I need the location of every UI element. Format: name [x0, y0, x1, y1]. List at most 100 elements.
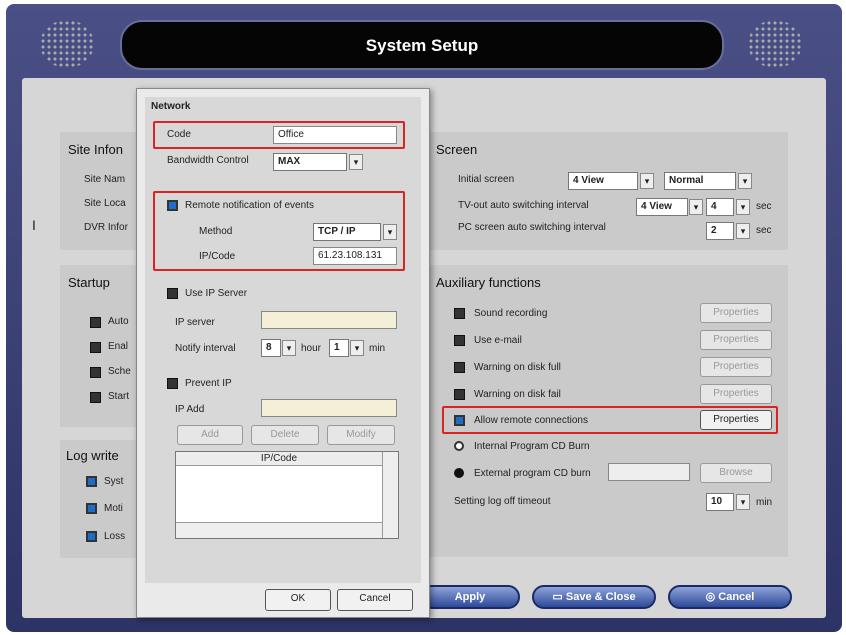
ok-button[interactable]: OK — [265, 589, 331, 611]
save-close-button[interactable]: ▭ Save & Close — [532, 585, 656, 609]
modify-button[interactable]: Modify — [327, 425, 395, 445]
startup-auto-checkbox[interactable] — [90, 317, 101, 328]
ip-add-input[interactable] — [261, 399, 397, 417]
notify-min-dropdown-icon[interactable]: ▾ — [350, 340, 364, 356]
sound-recording-properties-button[interactable]: Properties — [700, 303, 772, 323]
pc-interval-select[interactable]: 2 — [706, 222, 734, 240]
list-horizontal-scrollbar[interactable] — [176, 522, 382, 538]
external-burn-radio[interactable] — [454, 468, 464, 478]
ip-code-label: IP/Code — [199, 251, 236, 262]
disk-fail-properties-button[interactable]: Properties — [700, 384, 772, 404]
ip-server-input[interactable] — [261, 311, 397, 329]
bandwidth-dropdown-icon[interactable]: ▾ — [349, 154, 363, 170]
code-label: Code — [167, 129, 191, 140]
code-input[interactable]: Office — [273, 126, 397, 144]
notify-interval-label: Notify interval — [175, 343, 236, 354]
disk-fail-checkbox[interactable] — [454, 389, 465, 400]
pc-interval-dropdown-icon[interactable]: ▾ — [736, 223, 750, 239]
use-ip-server-label: Use IP Server — [185, 288, 248, 299]
ip-code-column-header[interactable]: IP/Code — [176, 452, 382, 466]
ip-code-list[interactable]: IP/Code — [175, 451, 399, 539]
use-email-checkbox[interactable] — [454, 335, 465, 346]
logoff-timeout-select[interactable]: 10 — [706, 493, 734, 511]
title-bar: System Setup — [120, 20, 724, 70]
ip-code-input[interactable]: 61.23.108.131 — [313, 247, 397, 265]
dvr-info-label: DVR Infor — [84, 222, 128, 233]
sound-recording-label: Sound recording — [474, 308, 548, 319]
network-dialog-title: Network — [151, 101, 191, 112]
log-panel-title: Log write — [66, 448, 119, 463]
sound-recording-checkbox[interactable] — [454, 308, 465, 319]
pc-interval-label: PC screen auto switching interval — [458, 222, 606, 233]
list-vertical-scrollbar[interactable] — [382, 452, 398, 538]
logoff-timeout-dropdown-icon[interactable]: ▾ — [736, 494, 750, 510]
log-motion-label: Moti — [104, 503, 123, 514]
internal-burn-radio[interactable] — [454, 441, 464, 451]
prevent-ip-checkbox[interactable] — [167, 378, 178, 389]
method-select[interactable]: TCP / IP — [313, 223, 381, 241]
site-name-label: Site Nam — [84, 174, 126, 185]
remote-notification-label: Remote notification of events — [185, 200, 314, 211]
log-system-checkbox[interactable] — [86, 476, 97, 487]
notify-hour-dropdown-icon[interactable]: ▾ — [282, 340, 296, 356]
startup-enable-label: Enal — [108, 341, 129, 352]
disk-full-properties-button[interactable]: Properties — [700, 357, 772, 377]
method-label: Method — [199, 226, 233, 237]
bandwidth-select[interactable]: MAX — [273, 153, 347, 171]
site-location-label: Site Loca — [84, 198, 126, 209]
initial-screen-dropdown-icon[interactable]: ▾ — [640, 173, 654, 189]
tvout-interval-label: TV-out auto switching interval — [458, 200, 589, 211]
browse-button[interactable]: Browse — [700, 463, 772, 483]
initial-mode-select[interactable]: Normal — [664, 172, 736, 190]
use-ip-server-checkbox[interactable] — [167, 288, 178, 299]
startup-start-label: Start — [108, 391, 130, 402]
tvout-view-select[interactable]: 4 View — [636, 198, 688, 216]
site-panel-title: Site Infon — [68, 142, 123, 157]
disk-full-checkbox[interactable] — [454, 362, 465, 373]
tvout-view-dropdown-icon[interactable]: ▾ — [689, 199, 703, 215]
allow-remote-checkbox[interactable] — [454, 415, 465, 426]
log-loss-checkbox[interactable] — [86, 531, 97, 542]
startup-auto-label: Auto — [108, 316, 129, 327]
remote-notification-checkbox[interactable] — [167, 200, 178, 211]
save-icon: ▭ — [552, 591, 566, 603]
use-email-properties-button[interactable]: Properties — [700, 330, 772, 350]
startup-start-checkbox[interactable] — [90, 392, 101, 403]
startup-enable-checkbox[interactable] — [90, 342, 101, 353]
logoff-timeout-label: Setting log off timeout — [454, 496, 551, 507]
internal-burn-label: Internal Program CD Burn — [474, 441, 590, 452]
add-button[interactable]: Add — [177, 425, 243, 445]
disk-full-label: Warning on disk full — [474, 362, 561, 373]
allow-remote-label: Allow remote connections — [474, 415, 588, 426]
cancel-icon: ◎ — [705, 591, 719, 603]
hour-unit: hour — [301, 343, 322, 354]
save-close-label: Save & Close — [565, 591, 636, 603]
dialog-cancel-button[interactable]: Cancel — [337, 589, 413, 611]
allow-remote-properties-button[interactable]: Properties — [700, 410, 772, 430]
text-cursor-glyph: I — [32, 217, 36, 233]
delete-button[interactable]: Delete — [251, 425, 319, 445]
startup-schedule-label: Sche — [108, 366, 131, 377]
cancel-label: Cancel — [718, 591, 755, 603]
cancel-button[interactable]: ◎ Cancel — [668, 585, 792, 609]
speaker-grille-right — [748, 20, 802, 68]
tvout-interval-dropdown-icon[interactable]: ▾ — [736, 199, 750, 215]
window-title: System Setup — [365, 36, 479, 55]
notify-min-select[interactable]: 1 — [329, 339, 349, 357]
prevent-ip-label: Prevent IP — [185, 378, 232, 389]
ip-add-label: IP Add — [175, 404, 205, 415]
network-dialog: Network Code Office Bandwidth Control MA… — [136, 88, 430, 618]
initial-screen-select[interactable]: 4 View — [568, 172, 638, 190]
apply-button[interactable]: Apply — [420, 585, 520, 609]
notify-hour-select[interactable]: 8 — [261, 339, 281, 357]
initial-screen-label: Initial screen — [458, 174, 515, 185]
external-program-field[interactable] — [608, 463, 690, 481]
external-burn-label: External program CD burn — [474, 468, 591, 479]
method-dropdown-icon[interactable]: ▾ — [383, 224, 397, 240]
use-email-label: Use e-mail — [474, 335, 522, 346]
tvout-interval-select[interactable]: 4 — [706, 198, 734, 216]
screen-panel: Screen Initial screen 4 View ▾ Normal ▾ … — [428, 132, 788, 250]
initial-mode-dropdown-icon[interactable]: ▾ — [738, 173, 752, 189]
log-motion-checkbox[interactable] — [86, 503, 97, 514]
startup-schedule-checkbox[interactable] — [90, 367, 101, 378]
